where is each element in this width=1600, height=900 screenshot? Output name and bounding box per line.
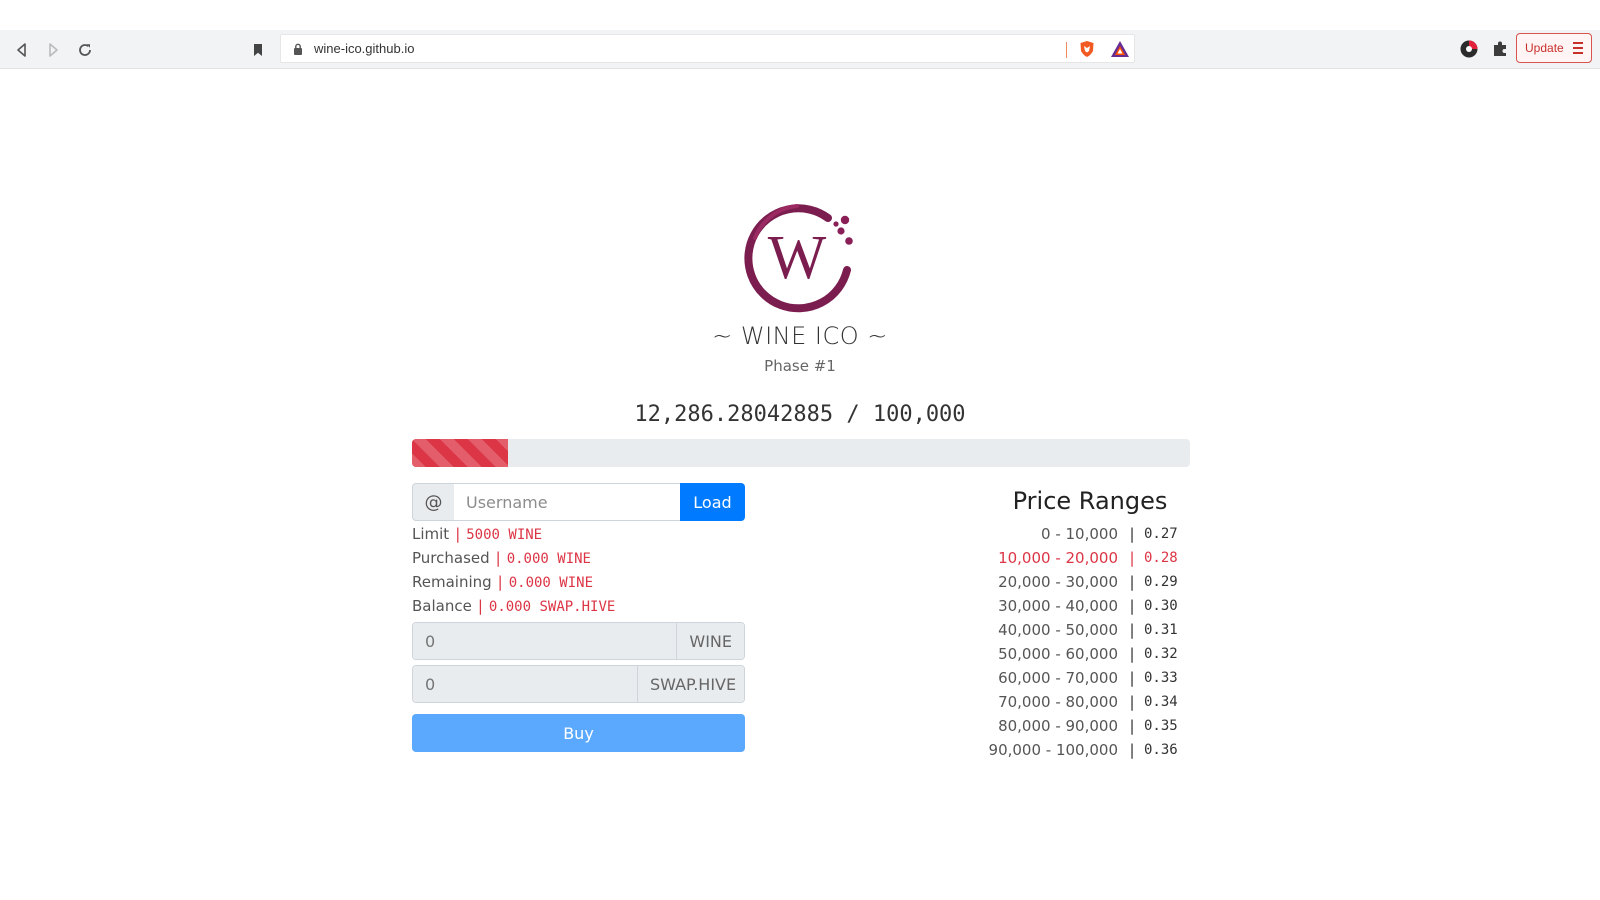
price-range-price: 0.36 — [1144, 742, 1178, 758]
address-url[interactable]: wine-ico.github.io — [314, 41, 414, 56]
price-range-separator: | — [1129, 741, 1135, 759]
price-range-price: 0.34 — [1144, 694, 1178, 710]
hive-amount-input[interactable] — [413, 666, 637, 702]
balance-value: 0.000 SWAP.HIVE — [488, 599, 616, 615]
progress-bar — [412, 439, 1190, 467]
limit-label: Limit — [412, 525, 450, 543]
price-range-price: 0.29 — [1144, 574, 1178, 590]
brave-shield-icon[interactable] — [1078, 40, 1096, 58]
price-range-row: 60,000 - 70,000 | 0.33 — [960, 666, 1200, 690]
balance-label: Balance — [412, 597, 472, 615]
price-ranges-title: Price Ranges — [1012, 487, 1168, 515]
load-button[interactable]: Load — [680, 483, 745, 521]
price-range-separator: | — [1129, 645, 1135, 663]
price-range-separator: | — [1129, 717, 1135, 735]
price-range-label: 0 - 10,000 — [1041, 525, 1118, 543]
page-title: ~ WINE ICO ~ — [712, 322, 888, 350]
lock-icon — [294, 43, 302, 55]
hive-amount-group: SWAP.HIVE — [412, 665, 745, 703]
bookmark-icon[interactable] — [246, 38, 270, 62]
price-range-label: 60,000 - 70,000 — [998, 669, 1118, 687]
price-range-separator: | — [1129, 549, 1135, 567]
progress-fill — [412, 439, 508, 467]
price-range-price: 0.28 — [1144, 550, 1178, 566]
wine-amount-input[interactable] — [413, 623, 677, 659]
price-range-row: 90,000 - 100,000 | 0.36 — [960, 738, 1200, 762]
menu-icon — [1573, 42, 1583, 54]
forward-arrow-icon[interactable] — [41, 38, 65, 62]
purchased-row: Purchased | 0.000 WINE — [412, 549, 591, 567]
buy-button[interactable]: Buy — [412, 714, 745, 752]
price-range-label: 70,000 - 80,000 — [998, 693, 1118, 711]
price-range-label: 90,000 - 100,000 — [988, 741, 1118, 759]
progress-text: 12,286.28042885 / 100,000 — [634, 402, 966, 427]
price-range-price: 0.35 — [1144, 718, 1178, 734]
price-range-price: 0.31 — [1144, 622, 1178, 638]
browser-toolbar: wine-ico.github.io Update — [0, 30, 1600, 69]
wine-logo: W — [744, 204, 853, 313]
price-range-label: 20,000 - 30,000 — [998, 573, 1118, 591]
price-ranges-list: 0 - 10,000 | 0.27 10,000 - 20,000 | 0.28 20,00… — [960, 522, 1200, 762]
price-range-separator: | — [1129, 597, 1135, 615]
balance-row: Balance | 0.000 SWAP.HIVE — [412, 597, 616, 615]
price-range-label: 10,000 - 20,000 — [998, 549, 1118, 567]
at-prefix: @ — [412, 483, 454, 521]
limit-row: Limit | 5000 WINE — [412, 525, 543, 543]
price-range-label: 80,000 - 90,000 — [998, 717, 1118, 735]
reload-icon[interactable] — [73, 38, 97, 62]
address-bar[interactable]: wine-ico.github.io — [280, 34, 1135, 63]
extension-icon[interactable] — [1459, 39, 1479, 59]
remaining-row: Remaining | 0.000 WINE — [412, 573, 594, 591]
price-range-separator: | — [1129, 573, 1135, 591]
price-range-separator: | — [1129, 693, 1135, 711]
price-range-price: 0.27 — [1144, 526, 1178, 542]
remaining-value: 0.000 WINE — [508, 575, 594, 591]
wine-amount-group: WINE — [412, 622, 745, 660]
remaining-label: Remaining — [412, 573, 492, 591]
purchased-label: Purchased — [412, 549, 490, 567]
price-range-separator: | — [1129, 669, 1135, 687]
price-range-separator: | — [1129, 525, 1135, 543]
username-input-group: @ Load — [412, 483, 745, 521]
logo-letter: W — [768, 224, 827, 292]
price-range-price: 0.33 — [1144, 670, 1178, 686]
price-range-label: 40,000 - 50,000 — [998, 621, 1118, 639]
price-range-separator: | — [1129, 621, 1135, 639]
price-range-row: 30,000 - 40,000 | 0.30 — [960, 594, 1200, 618]
page-content: W ~ WINE ICO ~ Phase #1 12,286.28042885 … — [0, 70, 1600, 900]
phase-label: Phase #1 — [764, 357, 836, 375]
update-button[interactable]: Update — [1516, 33, 1592, 63]
window-top-strip — [0, 0, 1600, 30]
price-range-row: 70,000 - 80,000 | 0.34 — [960, 690, 1200, 714]
update-button-label: Update — [1525, 41, 1564, 55]
brave-rewards-icon[interactable] — [1110, 40, 1130, 58]
address-divider — [1066, 42, 1067, 58]
purchased-value: 0.000 WINE — [506, 551, 591, 567]
hive-suffix: SWAP.HIVE — [637, 666, 744, 702]
username-input[interactable] — [454, 483, 680, 521]
price-range-row: 40,000 - 50,000 | 0.31 — [960, 618, 1200, 642]
puzzle-icon[interactable] — [1490, 39, 1510, 59]
price-range-row: 50,000 - 60,000 | 0.32 — [960, 642, 1200, 666]
wine-suffix: WINE — [676, 623, 744, 659]
price-range-row: 0 - 10,000 | 0.27 — [960, 522, 1200, 546]
price-range-row: 20,000 - 30,000 | 0.29 — [960, 570, 1200, 594]
price-range-price: 0.30 — [1144, 598, 1178, 614]
price-range-row: 80,000 - 90,000 | 0.35 — [960, 714, 1200, 738]
back-arrow-icon[interactable] — [10, 38, 34, 62]
price-range-label: 50,000 - 60,000 — [998, 645, 1118, 663]
price-range-label: 30,000 - 40,000 — [998, 597, 1118, 615]
limit-value: 5000 WINE — [466, 527, 543, 543]
price-range-price: 0.32 — [1144, 646, 1178, 662]
price-range-row: 10,000 - 20,000 | 0.28 — [960, 546, 1200, 570]
